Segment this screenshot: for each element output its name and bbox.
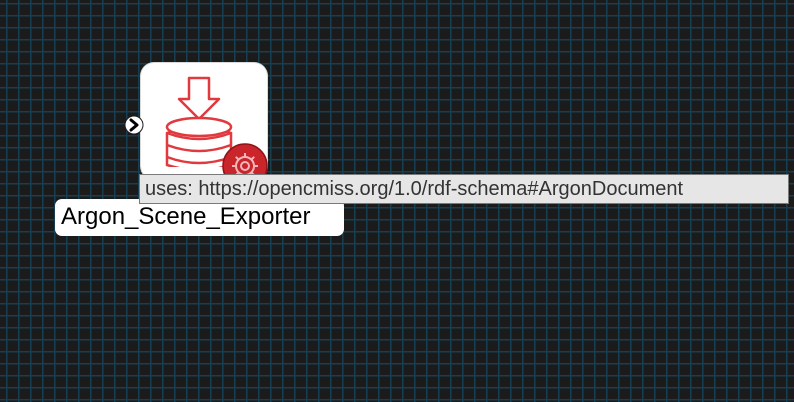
chevron-right-icon[interactable] xyxy=(124,114,144,136)
workflow-canvas[interactable]: Argon_Scene_Exporter uses: https://openc… xyxy=(0,0,794,402)
node-label[interactable]: Argon_Scene_Exporter xyxy=(55,199,344,236)
workflow-step-node[interactable] xyxy=(124,63,268,189)
tooltip: uses: https://opencmiss.org/1.0/rdf-sche… xyxy=(139,174,789,204)
